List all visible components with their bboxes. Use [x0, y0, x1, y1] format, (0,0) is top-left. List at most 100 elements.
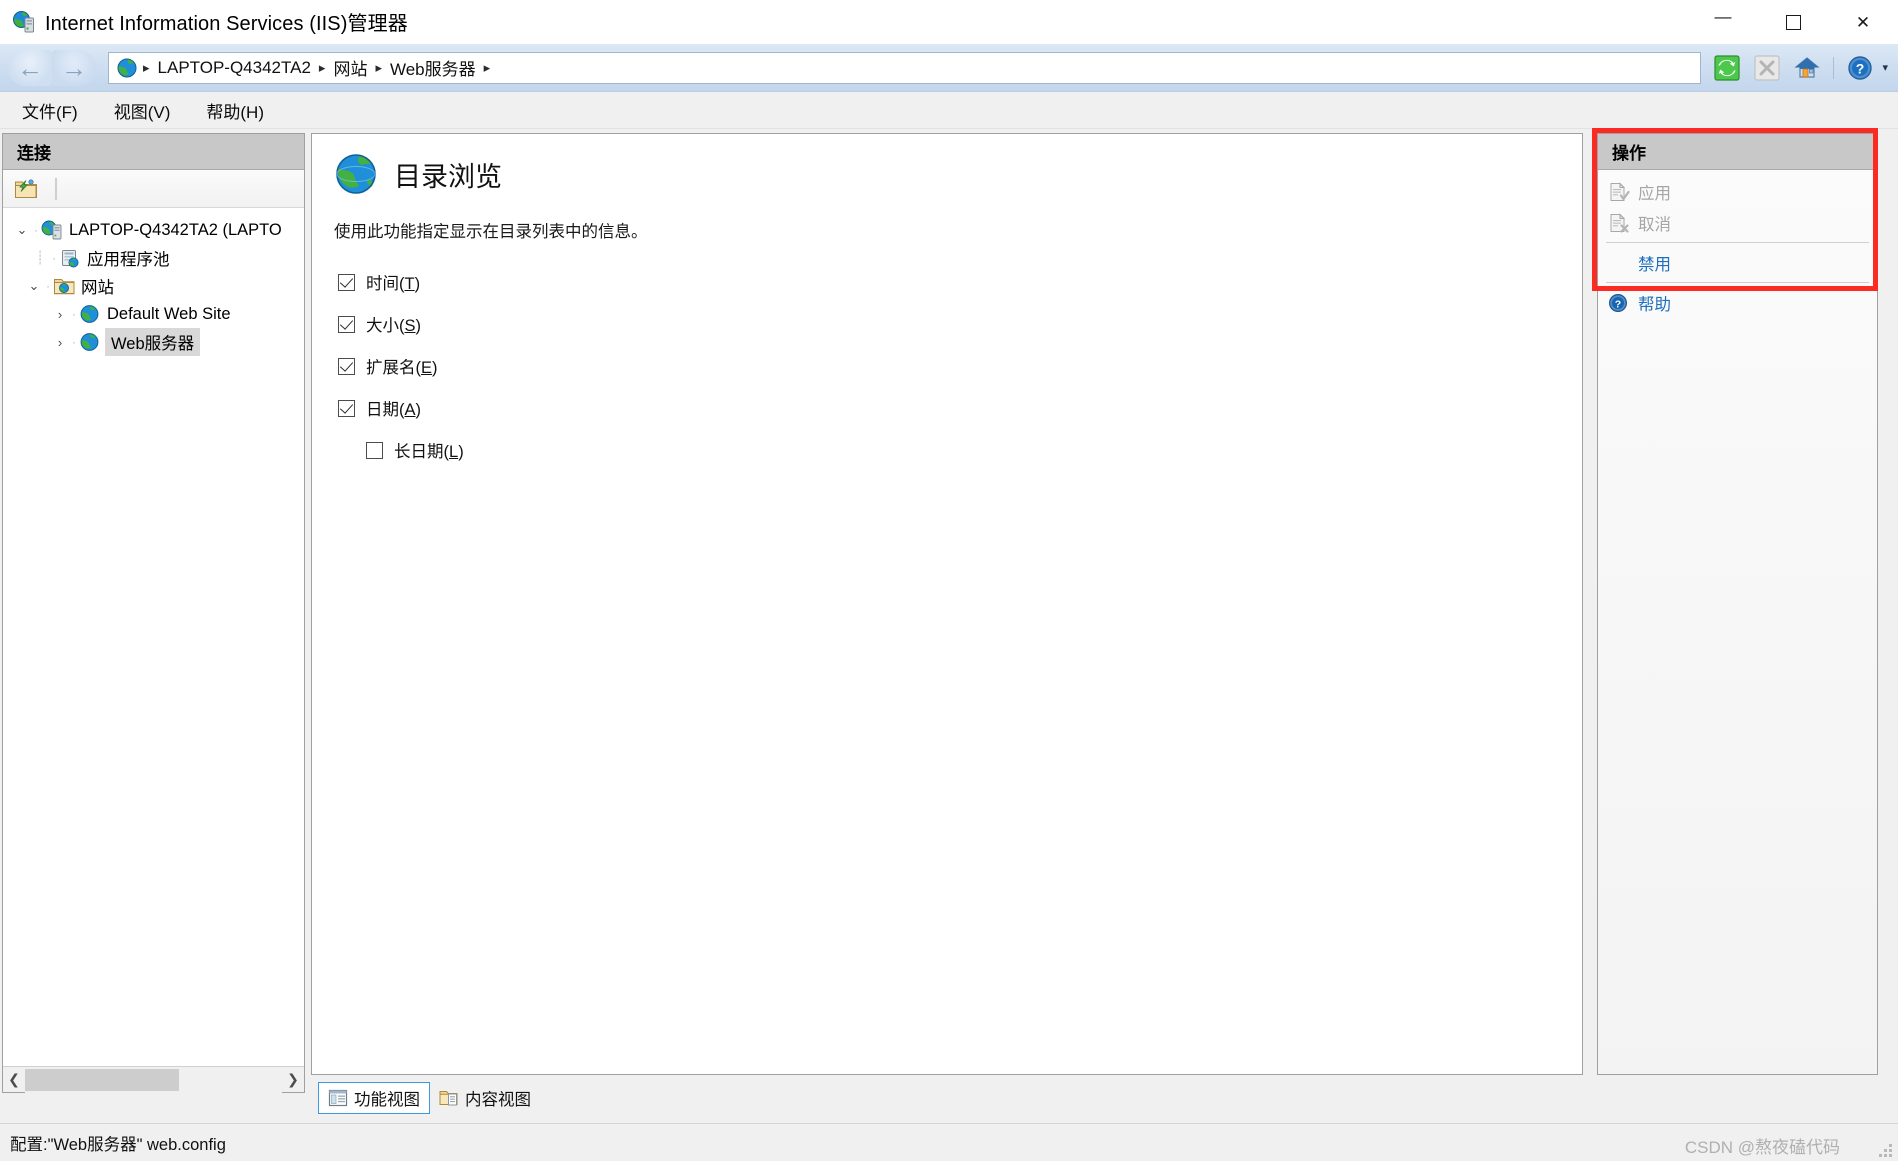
breadcrumb-item-website[interactable]: Web服务器: [384, 55, 482, 80]
svg-text:?: ?: [1615, 298, 1621, 310]
back-button[interactable]: ←: [8, 49, 52, 86]
tab-content-view[interactable]: 内容视图: [430, 1082, 540, 1114]
status-bar: 配置:"Web服务器" web.config CSDN @熬夜磕代码: [0, 1123, 1898, 1161]
checkbox-time[interactable]: [338, 273, 355, 291]
actions-list: 应用 取消 禁用 ? 帮助: [1598, 170, 1877, 1074]
action-cancel: 取消: [1598, 207, 1877, 238]
tree-node-server[interactable]: ⌄ · LAPTOP-Q4342TA2 (LAPTO: [3, 216, 304, 244]
tree-node-label: Default Web Site: [107, 304, 231, 323]
apply-icon: [1608, 181, 1630, 202]
maximize-button[interactable]: [1758, 0, 1828, 44]
action-disable[interactable]: 禁用: [1598, 247, 1877, 278]
checkbox-row-size[interactable]: 大小(S): [338, 310, 1582, 338]
chevron-down-icon[interactable]: ⌄: [25, 278, 43, 294]
tree-node-label: Web服务器: [105, 328, 201, 356]
checkbox-date[interactable]: [338, 399, 355, 417]
menu-item-file[interactable]: 文件(F): [8, 94, 92, 127]
globe-icon: [117, 58, 137, 78]
refresh-icon[interactable]: [1710, 51, 1744, 85]
app-pool-icon: [59, 248, 81, 268]
page-title: 目录浏览: [394, 161, 502, 192]
close-button[interactable]: ✕: [1828, 0, 1898, 44]
checkbox-row-long-date[interactable]: 长日期(L): [366, 436, 1582, 464]
connections-tree[interactable]: ⌄ · LAPTOP-Q4342TA2 (LAPTO ┊ · 应用程序池 ⌄ ·…: [3, 208, 304, 1066]
breadcrumb[interactable]: ▸ LAPTOP-Q4342TA2 ▸ 网站 ▸ Web服务器 ▸: [108, 51, 1702, 84]
action-label: 帮助: [1638, 295, 1671, 314]
checkbox-label-date: 日期(A): [366, 401, 422, 419]
checkbox-row-extension[interactable]: 扩展名(E): [338, 352, 1582, 380]
help-circle-icon: ?: [1608, 293, 1630, 313]
watermark: CSDN @熬夜磕代码: [1684, 1138, 1840, 1157]
minimize-button[interactable]: —: [1688, 0, 1758, 44]
checkbox-text: 大小: [366, 317, 399, 335]
tree-node-application-pools[interactable]: ┊ · 应用程序池: [3, 244, 304, 272]
tree-guide-dot: ·: [52, 251, 56, 265]
chevron-down-icon[interactable]: ⌄: [13, 222, 31, 238]
checkbox-text: 时间: [366, 275, 399, 293]
breadcrumb-item-sites[interactable]: 网站: [327, 55, 373, 80]
title-bar: Internet Information Services (IIS)管理器 —…: [0, 0, 1898, 44]
action-apply: 应用: [1598, 176, 1877, 207]
breadcrumb-item-server[interactable]: LAPTOP-Q4342TA2: [152, 58, 317, 78]
scrollbar-thumb[interactable]: [25, 1068, 180, 1091]
chevron-right-icon[interactable]: ›: [51, 307, 69, 322]
action-help[interactable]: ? 帮助: [1598, 287, 1877, 318]
menu-item-view[interactable]: 视图(V): [100, 94, 185, 127]
connections-header: 连接: [3, 134, 304, 170]
actions-title: 操作: [1612, 144, 1646, 163]
actions-divider: [1606, 242, 1869, 243]
content-view-icon: [439, 1088, 459, 1108]
accesskey: E: [421, 359, 433, 377]
tree-node-label: 应用程序池: [87, 251, 170, 269]
toolbar-divider: [55, 177, 57, 200]
connect-to-server-icon[interactable]: [9, 175, 43, 203]
tab-features-view[interactable]: 功能视图: [318, 1082, 430, 1114]
feature-header: 目录浏览: [312, 134, 1582, 196]
tree-node-sites[interactable]: ⌄ · 网站: [3, 272, 304, 300]
maximize-icon: [1785, 14, 1801, 30]
tree-node-web-server[interactable]: › · Web服务器: [3, 328, 304, 356]
checkbox-label-long-date: 长日期(L): [394, 443, 464, 461]
checkbox-long-date[interactable]: [366, 441, 383, 459]
window-controls: — ✕: [1688, 0, 1898, 44]
website-icon: [79, 332, 101, 352]
tree-node-label: 网站: [81, 279, 114, 297]
tree-node-default-web-site[interactable]: › · Default Web Site: [3, 300, 304, 328]
status-text: 配置:"Web服务器" web.config: [10, 1135, 226, 1154]
checkbox-label-size: 大小(S): [366, 317, 422, 335]
connections-horizontal-scrollbar[interactable]: ❮ ❯: [3, 1066, 304, 1093]
connections-pane: 连接 ⌄ · LAPTOP-Q4342TA2 (LAPTO ┊ · 应用程序池 …: [2, 133, 305, 1093]
resize-grip-icon[interactable]: [1876, 1141, 1892, 1157]
home-icon[interactable]: [1790, 51, 1824, 85]
scroll-right-arrow-icon[interactable]: ❯: [282, 1071, 304, 1088]
tab-label: 功能视图: [354, 1091, 420, 1109]
feature-pane: 目录浏览 使用此功能指定显示在目录列表中的信息。 时间(T) 大小(S) 扩展名…: [311, 133, 1583, 1075]
action-label: 取消: [1638, 215, 1671, 234]
menu-bar: 文件(F) 视图(V) 帮助(H): [0, 92, 1898, 129]
features-view-icon: [328, 1088, 348, 1108]
close-icon: ✕: [1855, 12, 1871, 32]
chevron-down-icon[interactable]: ▾: [1882, 61, 1888, 74]
accesskey: A: [404, 401, 416, 419]
sites-folder-icon: [53, 276, 75, 296]
connections-title: 连接: [17, 144, 51, 163]
scroll-left-arrow-icon[interactable]: ❮: [3, 1071, 25, 1088]
chevron-right-icon[interactable]: ›: [51, 335, 69, 350]
checkbox-extension[interactable]: [338, 357, 355, 375]
stop-icon: [1750, 51, 1784, 85]
forward-arrow-icon: →: [61, 52, 87, 83]
scrollbar-track[interactable]: [25, 1066, 282, 1093]
address-toolbar: ? ▾: [1707, 51, 1888, 85]
address-bar: ← → ▸ LAPTOP-Q4342TA2 ▸ 网站 ▸ Web服务器 ▸ ? …: [0, 44, 1898, 92]
checkbox-size[interactable]: [338, 315, 355, 333]
back-arrow-icon: ←: [17, 52, 43, 83]
help-icon[interactable]: ?: [1843, 51, 1877, 85]
menu-item-help[interactable]: 帮助(H): [192, 94, 278, 127]
checkbox-row-time[interactable]: 时间(T): [338, 268, 1582, 296]
accesskey: L: [449, 443, 459, 461]
checkbox-row-date[interactable]: 日期(A): [338, 394, 1582, 422]
forward-button[interactable]: →: [52, 49, 96, 86]
server-icon: [41, 220, 63, 240]
tree-guide-dot: ·: [72, 335, 76, 349]
action-label: 禁用: [1638, 255, 1671, 274]
